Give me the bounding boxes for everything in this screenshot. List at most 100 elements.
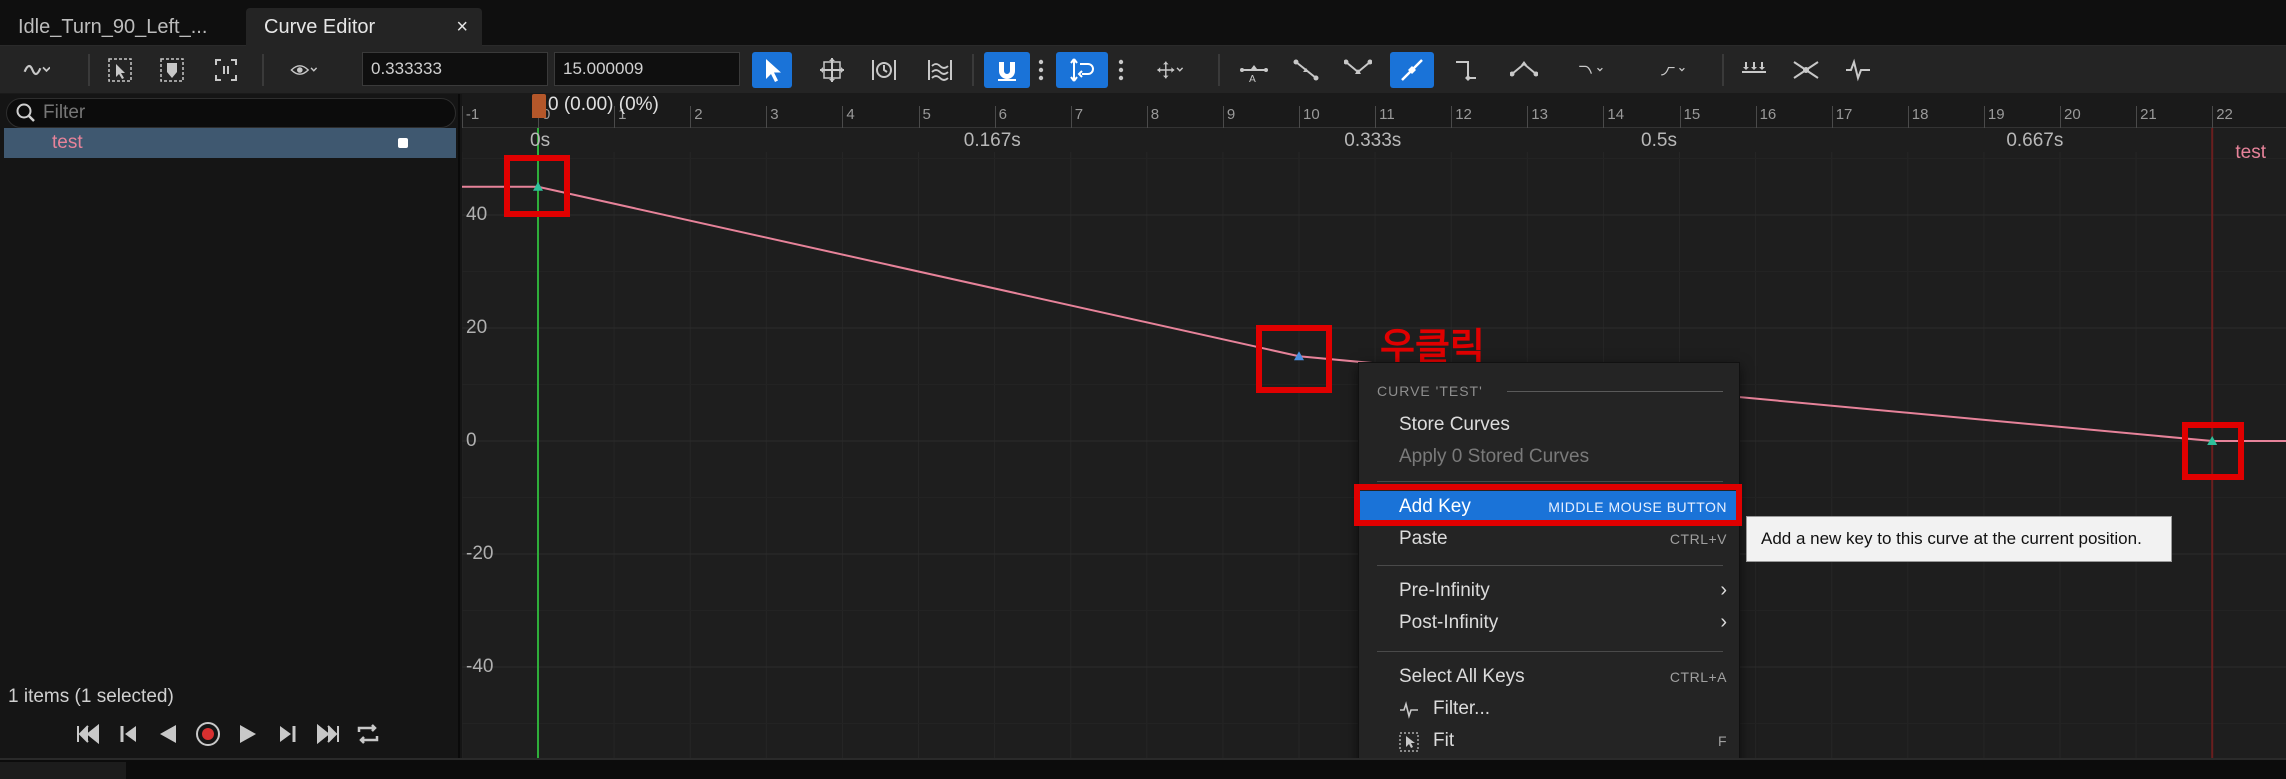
ruler-tick [690, 106, 692, 128]
menu-item-pre-infinity[interactable]: Pre-Infinity › [1359, 575, 1739, 607]
multi-scale-tool-icon[interactable] [920, 52, 960, 88]
value-snap-options-icon[interactable] [1110, 52, 1132, 88]
annotation-box-key-1 [504, 155, 570, 217]
ruler-tick-label: 16 [1759, 106, 1777, 123]
tree-item-test[interactable]: test [4, 128, 456, 158]
retime-tool-icon[interactable] [864, 52, 904, 88]
ruler-tick [462, 106, 463, 128]
ruler-tick-label: 6 [998, 106, 1007, 123]
ruler-tick [1755, 106, 1757, 128]
tab-curve-editor[interactable]: Curve Editor × [246, 8, 482, 46]
selection-status: 1 items (1 selected) [8, 686, 174, 707]
loop-icon[interactable] [350, 716, 386, 752]
tooltip: Add a new key to this curve at the curre… [1746, 516, 2172, 562]
annotation-box-add-key [1354, 484, 1742, 526]
menu-item-apply-stored-curves: Apply 0 Stored Curves [1399, 446, 1590, 467]
value-input[interactable] [554, 52, 740, 86]
ruler-tick-label: 3 [770, 106, 779, 123]
ruler-tick [1907, 106, 1909, 128]
play-icon[interactable] [230, 716, 266, 752]
axis-lock-icon[interactable] [1140, 52, 1200, 88]
snap-magnet-icon[interactable] [984, 52, 1030, 88]
value-axis-label: -40 [466, 656, 494, 677]
break-tangent-icon[interactable] [1338, 52, 1378, 88]
bottom-bar [0, 758, 2286, 779]
time-input[interactable] [362, 52, 548, 86]
snap-options-icon[interactable] [1030, 52, 1052, 88]
time-label: 0s [530, 130, 551, 151]
curve-tree-panel: test 1 items (1 selected) [0, 94, 460, 779]
ruler-tick-label: 20 [2064, 106, 2081, 123]
straighten-keys-icon[interactable] [1786, 52, 1826, 88]
step-forward-icon[interactable] [270, 716, 306, 752]
constant-tangent-icon[interactable] [1446, 52, 1486, 88]
ruler-tick-label: 5 [922, 106, 931, 123]
playhead-marker[interactable] [532, 94, 546, 118]
ruler-tick-label: 8 [1150, 106, 1160, 123]
ruler-tick [766, 106, 768, 128]
curve-view-mode-icon[interactable] [8, 52, 64, 88]
record-icon[interactable] [190, 716, 226, 752]
playhead-label: 0 (0.00) (0%) [548, 94, 659, 115]
transform-tool-icon[interactable] [812, 52, 852, 88]
value-snap-icon[interactable] [1056, 52, 1108, 88]
transport-controls [70, 714, 386, 754]
curve-label: test [2235, 142, 2266, 163]
ruler-tick-label: 15 [1683, 106, 1701, 123]
linear-tangent-icon[interactable] [1390, 52, 1434, 88]
ruler-tick [1831, 106, 1833, 128]
ruler-tick-label: 14 [1607, 106, 1625, 123]
tab-label: Curve Editor [264, 15, 376, 38]
toolbar: A [0, 46, 2286, 94]
menu-item-fit[interactable]: Fit F [1359, 725, 1739, 757]
select-range-icon[interactable] [152, 52, 192, 88]
menu-item-filter[interactable]: Filter... [1359, 693, 1739, 725]
user-tangent-icon[interactable] [1286, 52, 1326, 88]
menu-item-paste[interactable]: Paste CTRL+V [1359, 523, 1739, 555]
frame-ruler[interactable] [462, 94, 2286, 128]
ruler-tick [1983, 106, 1985, 128]
tree-item-label: test [52, 132, 83, 153]
ruler-tick-label: 22 [2216, 106, 2233, 123]
time-label: 0.167s [963, 130, 1021, 151]
value-axis-label: 40 [466, 204, 488, 225]
filter-input[interactable] [43, 101, 443, 125]
ruler-tick-label: 11 [1379, 106, 1395, 123]
menu-item-post-infinity[interactable]: Post-Infinity › [1359, 607, 1739, 639]
search-icon [15, 102, 37, 130]
curve-filter-icon[interactable] [1838, 52, 1878, 88]
jump-to-start-icon[interactable] [70, 716, 106, 752]
ruler-tick [1070, 106, 1072, 128]
ruler-tick [1527, 106, 1529, 128]
tab-idle-turn[interactable]: Idle_Turn_90_Left_... [0, 8, 240, 46]
time-label: 0.333s [1344, 130, 1402, 151]
step-back-icon[interactable] [110, 716, 146, 752]
ruler-tick [994, 106, 996, 128]
annotation-box-key-3 [2182, 422, 2244, 480]
straighten-tangents-icon[interactable] [1640, 52, 1708, 88]
flatten-tangents-icon[interactable] [1558, 52, 1626, 88]
close-icon[interactable]: × [456, 16, 468, 39]
value-axis-label: 20 [466, 317, 488, 338]
weighted-tangent-icon[interactable] [1504, 52, 1544, 88]
flatten-keys-icon[interactable] [1734, 52, 1774, 88]
menu-item-select-all-keys[interactable]: Select All Keys CTRL+A [1359, 661, 1739, 693]
play-reverse-icon[interactable] [150, 716, 186, 752]
ruler-tick-label: 2 [694, 106, 703, 123]
visibility-eye-icon[interactable] [274, 52, 334, 88]
annotation-box-key-2 [1256, 325, 1332, 393]
jump-to-end-icon[interactable] [310, 716, 346, 752]
filter-box [6, 98, 456, 128]
ruler-tick-label: 19 [1987, 106, 2005, 123]
svg-text:A: A [1249, 74, 1256, 84]
menu-item-store-curves[interactable]: Store Curves [1359, 409, 1739, 441]
auto-tangent-icon[interactable]: A [1234, 52, 1274, 88]
time-label: 0.667s [2006, 130, 2064, 151]
ruler-tick-label: 10 [1303, 106, 1320, 123]
ruler-tick-label: 7 [1074, 106, 1084, 123]
ruler-tick [2136, 106, 2138, 128]
select-keys-icon[interactable] [100, 52, 140, 88]
select-tool-icon[interactable] [752, 52, 792, 88]
time-label: 0.5s [1641, 130, 1677, 151]
frame-selection-icon[interactable] [206, 52, 246, 88]
